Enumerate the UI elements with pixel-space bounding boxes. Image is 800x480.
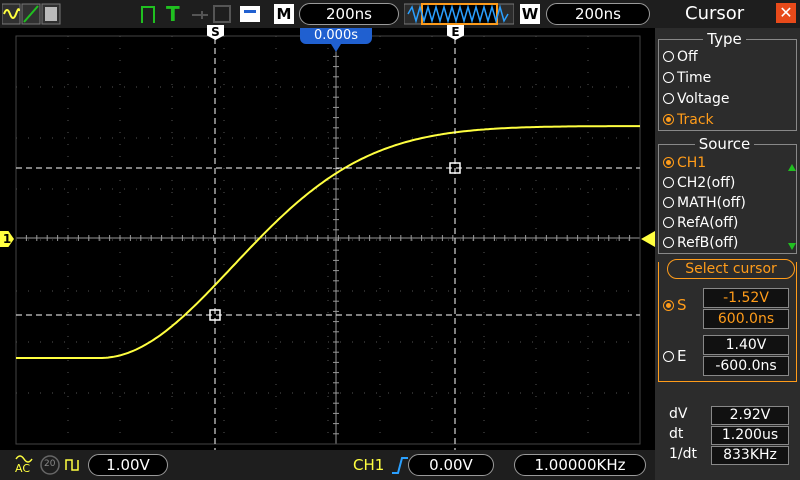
probe-icon xyxy=(65,459,79,471)
top-status-bar: T M 200ns W 200ns xyxy=(0,0,655,28)
radio-icon xyxy=(663,72,674,83)
radio-icon xyxy=(663,237,674,248)
radio-selected-icon xyxy=(663,157,674,168)
trigger-source-label: CH1 xyxy=(353,456,385,474)
e-cursor-time: -600.0ns xyxy=(703,356,789,376)
toolbar-icons xyxy=(192,5,260,23)
waveform-graticule xyxy=(15,28,641,450)
bottom-status-bar: AC 20 1.00V CH1 0.00V 1.00000KHz xyxy=(0,450,655,480)
print-icon xyxy=(240,6,260,22)
radio-icon xyxy=(663,217,674,228)
radio-selected-icon xyxy=(663,114,674,125)
type-group-title: Type xyxy=(655,30,794,48)
rising-edge-icon xyxy=(392,457,408,474)
volts-div-display[interactable]: 1.00V xyxy=(88,454,168,476)
s-cursor-time: 600.0ns xyxy=(703,309,789,329)
s-marker-label: S xyxy=(211,25,220,39)
radio-selected-icon xyxy=(663,300,674,311)
source-option-refb[interactable]: RefB(off) xyxy=(663,235,738,251)
radio-icon xyxy=(663,51,674,62)
panel-title: Cursor xyxy=(685,3,745,24)
coupling-label: AC xyxy=(15,462,31,475)
select-cursor-button[interactable]: Select cursor xyxy=(667,259,795,279)
scroll-down-icon[interactable] xyxy=(788,243,796,250)
trigger-status-label: T xyxy=(166,2,180,26)
trigger-edge-icon xyxy=(141,6,155,23)
channel-icons xyxy=(2,3,61,25)
dt-label: dt xyxy=(669,426,684,442)
freq-value: 833KHz xyxy=(711,446,789,465)
cursor-menu-panel: Cursor ✕ Type Off Time Voltage Track Sou… xyxy=(655,0,800,480)
ch1-trace xyxy=(16,125,640,359)
s-cursor-voltage: -1.52V xyxy=(703,288,789,308)
save-icon xyxy=(213,5,231,23)
bw-limit-label: 20 xyxy=(44,459,56,469)
frequency-display: 1.00000KHz xyxy=(514,454,646,476)
source-group-title: Source xyxy=(655,135,794,153)
trigger-offset-marker[interactable]: 0.000s xyxy=(300,28,372,44)
trigger-offset-pointer xyxy=(331,44,341,52)
window-label: W xyxy=(520,4,540,24)
memory-label: M xyxy=(274,4,294,24)
e-cursor-voltage: 1.40V xyxy=(703,335,789,355)
timebase-display[interactable]: 200ns xyxy=(299,3,399,25)
type-option-voltage[interactable]: Voltage xyxy=(663,91,730,107)
dv-value: 2.92V xyxy=(711,406,789,425)
radio-icon xyxy=(663,351,674,362)
e-marker-label: E xyxy=(451,25,460,39)
type-option-track[interactable]: Track xyxy=(663,112,714,128)
freq-label: 1/dt xyxy=(669,446,697,462)
source-option-ch2[interactable]: CH2(off) xyxy=(663,175,735,191)
dt-value: 1.200us xyxy=(711,426,789,445)
close-button[interactable]: ✕ xyxy=(776,3,796,23)
radio-icon xyxy=(663,93,674,104)
radio-icon xyxy=(663,177,674,188)
source-option-math[interactable]: MATH(off) xyxy=(663,195,746,211)
trigger-level-display[interactable]: 0.00V xyxy=(408,454,494,476)
type-option-time[interactable]: Time xyxy=(663,70,711,86)
scroll-up-icon[interactable] xyxy=(788,164,796,171)
type-option-off[interactable]: Off xyxy=(663,49,698,65)
waveform-display[interactable] xyxy=(0,28,655,450)
channel-1-label: 1 xyxy=(2,232,12,246)
s-cursor-option[interactable]: S xyxy=(663,296,687,314)
source-option-refa[interactable]: RefA(off) xyxy=(663,215,738,231)
key-icon xyxy=(192,11,208,19)
waveform-overview[interactable] xyxy=(404,3,514,25)
offset-value: 0.000s xyxy=(314,28,358,43)
panel-header: Cursor ✕ xyxy=(655,0,800,28)
e-cursor-option[interactable]: E xyxy=(663,347,686,365)
dv-label: dV xyxy=(669,406,688,422)
radio-icon xyxy=(663,197,674,208)
window-timebase-display[interactable]: 200ns xyxy=(546,3,650,25)
source-option-ch1[interactable]: CH1 xyxy=(663,155,706,171)
close-icon: ✕ xyxy=(779,3,793,22)
ref-icon xyxy=(45,7,57,21)
